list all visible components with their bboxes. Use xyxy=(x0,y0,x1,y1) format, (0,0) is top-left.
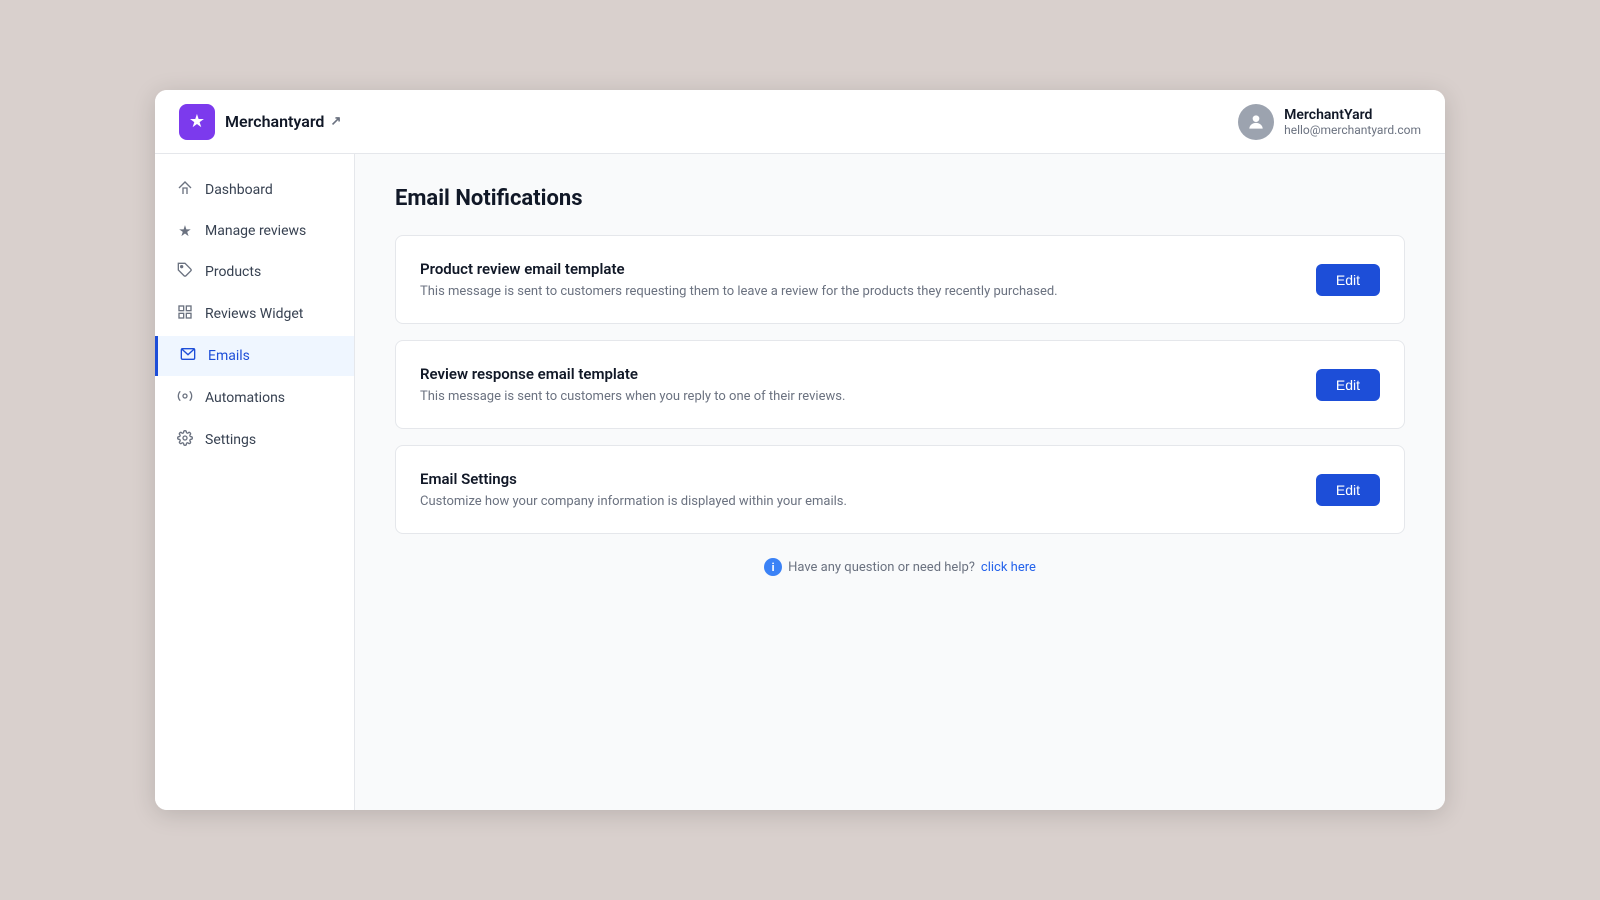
external-link-icon[interactable]: ↗ xyxy=(330,114,341,129)
sidebar-label-settings: Settings xyxy=(205,432,256,448)
user-info: MerchantYard hello@merchantyard.com xyxy=(1284,107,1421,137)
settings-icon xyxy=(175,430,195,450)
sidebar-label-reviews-widget: Reviews Widget xyxy=(205,306,303,322)
sidebar-item-products[interactable]: Products xyxy=(155,252,354,292)
sidebar-item-manage-reviews[interactable]: ★ Manage reviews xyxy=(155,212,354,250)
card-review-response-email-text: Review response email template This mess… xyxy=(420,365,845,404)
sidebar-label-products: Products xyxy=(205,264,261,280)
sidebar-item-emails[interactable]: Emails xyxy=(155,336,354,376)
star-icon: ★ xyxy=(175,222,195,240)
card-email-settings-desc: Customize how your company information i… xyxy=(420,494,847,509)
app-name: Merchantyard ↗ xyxy=(225,112,341,131)
help-link[interactable]: click here xyxy=(981,560,1036,575)
card-product-review-email-text: Product review email template This messa… xyxy=(420,260,1058,299)
card-review-response-email-title: Review response email template xyxy=(420,365,845,383)
tag-icon xyxy=(175,262,195,282)
edit-email-settings-button[interactable]: Edit xyxy=(1316,474,1380,506)
info-icon: i xyxy=(764,558,782,576)
edit-product-review-email-button[interactable]: Edit xyxy=(1316,264,1380,296)
app-window: ★ Merchantyard ↗ MerchantYard hello@merc… xyxy=(155,90,1445,810)
sidebar-item-automations[interactable]: Automations xyxy=(155,378,354,418)
widget-icon xyxy=(175,304,195,324)
email-icon xyxy=(178,346,198,366)
app-name-text: Merchantyard xyxy=(225,112,324,131)
user-email: hello@merchantyard.com xyxy=(1284,123,1421,137)
header: ★ Merchantyard ↗ MerchantYard hello@merc… xyxy=(155,90,1445,154)
sidebar-label-automations: Automations xyxy=(205,390,285,406)
header-right: MerchantYard hello@merchantyard.com xyxy=(1238,104,1421,140)
user-name: MerchantYard xyxy=(1284,107,1421,123)
automations-icon xyxy=(175,388,195,408)
page-title: Email Notifications xyxy=(395,186,1405,211)
avatar xyxy=(1238,104,1274,140)
logo-icon: ★ xyxy=(179,104,215,140)
sidebar-item-reviews-widget[interactable]: Reviews Widget xyxy=(155,294,354,334)
sidebar: Dashboard ★ Manage reviews Products xyxy=(155,154,355,810)
header-left: ★ Merchantyard ↗ xyxy=(179,104,341,140)
card-email-settings-text: Email Settings Customize how your compan… xyxy=(420,470,847,509)
card-email-settings: Email Settings Customize how your compan… xyxy=(395,445,1405,534)
card-review-response-email: Review response email template This mess… xyxy=(395,340,1405,429)
main-layout: Dashboard ★ Manage reviews Products xyxy=(155,154,1445,810)
sidebar-label-dashboard: Dashboard xyxy=(205,182,273,198)
card-product-review-email-title: Product review email template xyxy=(420,260,1058,278)
card-email-settings-title: Email Settings xyxy=(420,470,847,488)
sidebar-label-manage-reviews: Manage reviews xyxy=(205,223,306,239)
card-product-review-email: Product review email template This messa… xyxy=(395,235,1405,324)
card-product-review-email-desc: This message is sent to customers reques… xyxy=(420,284,1058,299)
content-area: Email Notifications Product review email… xyxy=(355,154,1445,810)
sidebar-item-dashboard[interactable]: Dashboard xyxy=(155,170,354,210)
edit-review-response-email-button[interactable]: Edit xyxy=(1316,369,1380,401)
help-text: Have any question or need help? xyxy=(788,560,975,575)
card-review-response-email-desc: This message is sent to customers when y… xyxy=(420,389,845,404)
sidebar-item-settings[interactable]: Settings xyxy=(155,420,354,460)
footer-help: i Have any question or need help? click … xyxy=(395,558,1405,576)
sidebar-label-emails: Emails xyxy=(208,348,250,364)
home-icon xyxy=(175,180,195,200)
